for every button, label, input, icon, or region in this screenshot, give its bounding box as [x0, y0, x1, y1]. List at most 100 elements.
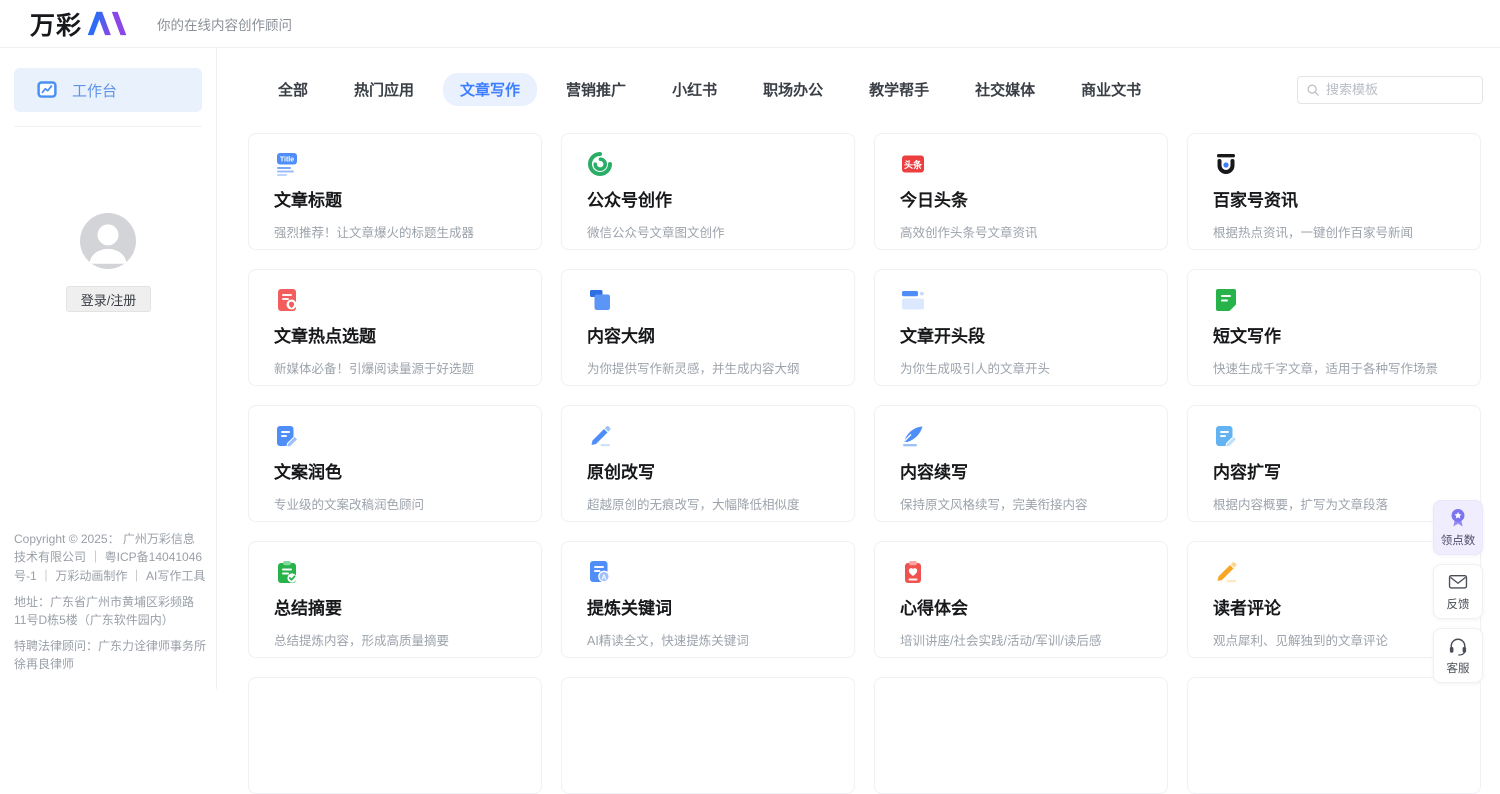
card-title: 短文写作 [1213, 322, 1455, 347]
pencil-orange-icon [1213, 559, 1239, 585]
card-title: 文章开头段 [900, 322, 1142, 347]
template-card[interactable]: 公众号创作 微信公众号文章图文创作 [561, 133, 855, 250]
tab-0[interactable]: 全部 [261, 73, 325, 106]
card-subtitle: 总结提炼内容，形成高质量摘要 [274, 630, 516, 649]
feedback-button[interactable]: 反馈 [1433, 564, 1483, 619]
template-card[interactable]: 头条 今日头条 高效创作头条号文章资讯 [874, 133, 1168, 250]
fab-label: 反馈 [1447, 596, 1470, 612]
sidebar-footer: Copyright © 2025： 广州万彩信息技术有限公司 ｜ 粤ICP备14… [14, 530, 206, 681]
tagline: 你的在线内容创作顾问 [157, 14, 292, 34]
get-points-button[interactable]: 领点数 [1433, 500, 1483, 555]
template-grid: Title 文章标题 强烈推荐！让文章爆火的标题生成器 公众号创作 微信公众号文… [248, 133, 1500, 794]
pen-sign-blue-icon [900, 423, 926, 449]
sidebar-item-label: 工作台 [72, 80, 117, 101]
card-subtitle: 根据内容概要，扩写为文章段落 [1213, 494, 1455, 513]
template-card[interactable]: 短文写作 快速生成千字文章，适用于各种写作场景 [1187, 269, 1481, 386]
doc-pen-blue-icon [274, 423, 300, 449]
pencil-blue-icon [587, 423, 613, 449]
floating-buttons: 领点数 反馈 客服 [1433, 500, 1483, 683]
mail-icon [1447, 571, 1469, 593]
card-subtitle: 新媒体必备！引爆阅读量源于好选题 [274, 358, 516, 377]
workbench-chart-icon [36, 79, 58, 101]
sidebar: 工作台 登录/注册 Copyright © 2025： 广州万彩信息技术有限公司… [0, 48, 217, 689]
card-subtitle: 根据热点资讯，一键创作百家号新闻 [1213, 222, 1455, 241]
tab-bar: 全部热门应用文章写作营销推广小红书职场办公教学帮手社交媒体商业文书 [217, 48, 1500, 106]
copyright-line: Copyright © 2025： 广州万彩信息技术有限公司 ｜ 粤ICP备14… [14, 530, 206, 586]
avatar[interactable] [80, 213, 136, 269]
card-subtitle: 专业级的文案改稿润色顾问 [274, 494, 516, 513]
baijiahao-icon [1213, 151, 1239, 177]
search-icon [1306, 83, 1320, 97]
tab-5[interactable]: 职场办公 [746, 73, 840, 106]
logo[interactable]: 万彩 [30, 6, 129, 42]
tab-6[interactable]: 教学帮手 [852, 73, 946, 106]
template-card[interactable]: 内容续写 保持原文风格续写，完美衔接内容 [874, 405, 1168, 522]
card-subtitle: AI精读全文，快速提炼关键词 [587, 630, 829, 649]
logo-text: 万彩 [30, 6, 82, 42]
header-block-blue-icon [900, 287, 926, 313]
template-card[interactable]: 原创改写 超越原创的无痕改写，大幅降低相似度 [561, 405, 855, 522]
card-title: 内容大纲 [587, 322, 829, 347]
template-card[interactable]: 心得体会 培训讲座/社会实践/活动/军训/读后感 [874, 541, 1168, 658]
template-card[interactable]: Title 文章标题 强烈推荐！让文章爆火的标题生成器 [248, 133, 542, 250]
card-title: 读者评论 [1213, 594, 1455, 619]
tab-2[interactable]: 文章写作 [443, 73, 537, 106]
tab-4[interactable]: 小红书 [655, 73, 734, 106]
doc-search-blue-icon: A [587, 559, 613, 585]
tab-7[interactable]: 社交媒体 [958, 73, 1052, 106]
logo-ai-mark-icon [85, 10, 129, 37]
card-title: 内容续写 [900, 458, 1142, 483]
card-subtitle: 微信公众号文章图文创作 [587, 222, 829, 241]
template-card[interactable]: A 提炼关键词 AI精读全文，快速提炼关键词 [561, 541, 855, 658]
card-subtitle: 保持原文风格续写，完美衔接内容 [900, 494, 1142, 513]
template-search[interactable] [1297, 76, 1483, 104]
card-subtitle: 强烈推荐！让文章爆火的标题生成器 [274, 222, 516, 241]
card-title: 文案润色 [274, 458, 516, 483]
card-subtitle: 超越原创的无痕改写，大幅降低相似度 [587, 494, 829, 513]
template-card[interactable]: 文案润色 专业级的文案改稿润色顾问 [248, 405, 542, 522]
template-card[interactable]: 文章热点选题 新媒体必备！引爆阅读量源于好选题 [248, 269, 542, 386]
template-card[interactable] [248, 677, 542, 794]
headset-icon [1447, 635, 1469, 657]
template-card[interactable]: 总结摘要 总结提炼内容，形成高质量摘要 [248, 541, 542, 658]
search-input[interactable] [1326, 82, 1474, 97]
template-card[interactable] [874, 677, 1168, 794]
template-card[interactable] [1187, 677, 1481, 794]
card-title: 公众号创作 [587, 186, 829, 211]
card-title: 文章标题 [274, 186, 516, 211]
template-card[interactable]: 内容大纲 为你提供写作新灵感，并生成内容大纲 [561, 269, 855, 386]
fab-label: 客服 [1447, 660, 1470, 676]
card-subtitle: 为你生成吸引人的文章开头 [900, 358, 1142, 377]
fab-label: 领点数 [1441, 532, 1476, 548]
tab-8[interactable]: 商业文书 [1064, 73, 1158, 106]
address-line: 地址：广东省广州市黄埔区彩频路11号D栋5楼（广东软件园内） [14, 593, 206, 630]
tab-1[interactable]: 热门应用 [337, 73, 431, 106]
title-badge-icon: Title [274, 151, 300, 177]
card-subtitle: 为你提供写作新灵感，并生成内容大纲 [587, 358, 829, 377]
app-header: 万彩 你的在线内容创作顾问 [0, 0, 1500, 48]
doc-pin-red-icon [274, 287, 300, 313]
template-card[interactable]: 文章开头段 为你生成吸引人的文章开头 [874, 269, 1168, 386]
card-title: 原创改写 [587, 458, 829, 483]
main-content: 全部热门应用文章写作营销推广小红书职场办公教学帮手社交媒体商业文书 Title … [217, 48, 1500, 689]
card-title: 心得体会 [900, 594, 1142, 619]
card-title: 提炼关键词 [587, 594, 829, 619]
clipboard-heart-red-icon [900, 559, 926, 585]
outline-blue-icon [587, 287, 613, 313]
legal-line: 特聘法律顾问：广东力诠律师事务所徐再良律师 [14, 637, 206, 674]
clipboard-check-green-icon [274, 559, 300, 585]
tab-3[interactable]: 营销推广 [549, 73, 643, 106]
login-register-button[interactable]: 登录/注册 [66, 286, 151, 312]
sidebar-divider [14, 126, 202, 127]
points-medal-icon [1447, 507, 1469, 529]
card-title: 文章热点选题 [274, 322, 516, 347]
card-subtitle: 快速生成千字文章，适用于各种写作场景 [1213, 358, 1455, 377]
card-subtitle: 高效创作头条号文章资讯 [900, 222, 1142, 241]
sidebar-item-workbench[interactable]: 工作台 [14, 68, 202, 112]
template-card[interactable] [561, 677, 855, 794]
customer-service-button[interactable]: 客服 [1433, 628, 1483, 683]
svg-text:Title: Title [280, 156, 294, 163]
template-card[interactable]: 百家号资讯 根据热点资讯，一键创作百家号新闻 [1187, 133, 1481, 250]
note-green-icon [1213, 287, 1239, 313]
card-subtitle: 培训讲座/社会实践/活动/军训/读后感 [900, 630, 1142, 649]
